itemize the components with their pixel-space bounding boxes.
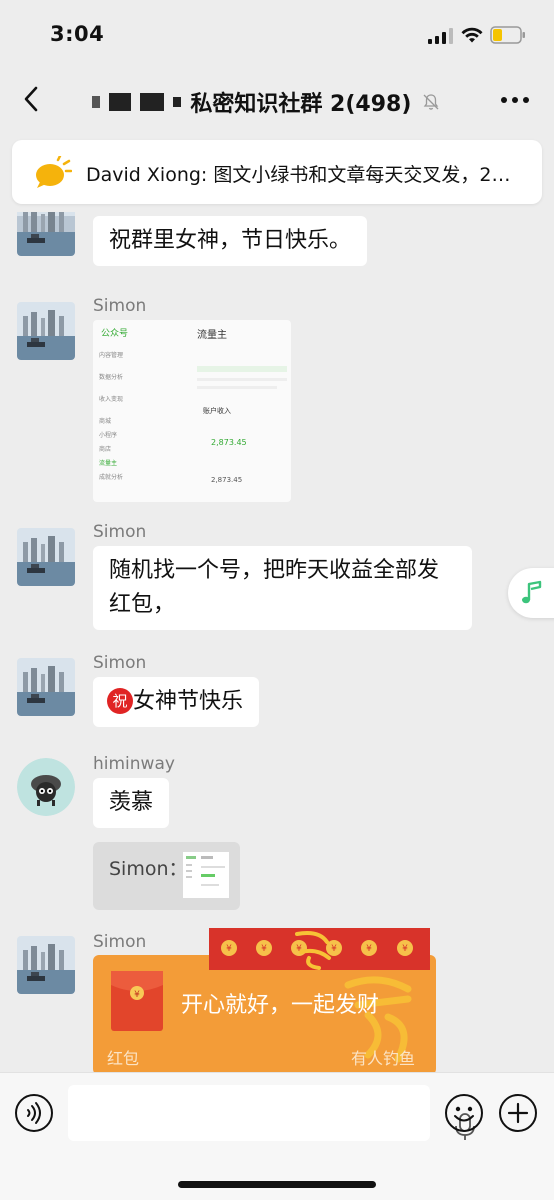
redacted-name <box>173 97 182 107</box>
emoji-button[interactable] <box>444 1093 484 1133</box>
voice-input-button[interactable] <box>14 1093 54 1133</box>
chat-title-area: 私密知识社群 2(498) <box>92 86 482 117</box>
screenshot-value: 2,873.45 <box>211 476 243 484</box>
red-packet-coin-band: ¥ ¥ ¥ ¥ ¥ ¥ <box>209 928 430 970</box>
blessing-emoji: 祝 <box>107 688 133 714</box>
message-text-input[interactable] <box>68 1085 475 1141</box>
screenshot-menu-item: 流量主 <box>99 460 118 467</box>
avatar-simon[interactable] <box>17 658 75 716</box>
harbor-avatar-image <box>17 658 75 716</box>
message-bubble[interactable]: 祝女神节快乐 <box>93 677 260 727</box>
image-message[interactable]: 公众号 流量主 内容管理 数据分析 收入变现 商城 小程序 商店 流量主 成就分… <box>93 320 291 502</box>
svg-text:¥: ¥ <box>134 990 140 1000</box>
floating-music-button[interactable] <box>508 568 554 618</box>
message-input-bar <box>0 1072 554 1200</box>
cellular-signal-icon <box>428 28 453 44</box>
screenshot-menu-item: 成就分析 <box>99 474 124 481</box>
redacted-name <box>140 93 165 111</box>
harbor-avatar-image <box>17 302 75 360</box>
sender-name: Simon <box>93 653 147 673</box>
sender-name: Simon <box>93 522 147 542</box>
red-packet-label: 红包 <box>107 1049 140 1068</box>
avatar-simon[interactable] <box>17 302 75 360</box>
harbor-avatar-image <box>17 528 75 586</box>
harbor-avatar-image <box>17 212 75 256</box>
svg-text:¥: ¥ <box>402 944 408 954</box>
sender-name: Simon <box>93 932 147 952</box>
back-button[interactable] <box>18 84 46 114</box>
cartoon-avatar-image <box>17 758 75 816</box>
screenshot-menu-item: 小程序 <box>99 432 118 439</box>
message-bubble[interactable]: 祝群里女神，节日快乐。 <box>93 216 368 266</box>
screenshot-tab: 流量主 <box>197 330 227 341</box>
group-notice[interactable]: David Xiong: 图文小绿书和文章每天交叉发，2… <box>12 140 542 204</box>
avatar-simon[interactable] <box>17 528 75 586</box>
red-packet-message[interactable]: ¥ 开心就好，一起发财 红包 有人钓鱼 <box>93 955 436 1072</box>
message-bubble[interactable]: 随机找一个号，把昨天收益全部发红包， <box>93 546 472 630</box>
screenshot-value: 2,873.45 <box>211 438 247 447</box>
quoted-message[interactable]: Simon： <box>93 842 240 910</box>
avatar-himinway[interactable] <box>17 758 75 816</box>
avatar-simon[interactable] <box>17 212 75 256</box>
screenshot-menu-item: 内容管理 <box>99 352 124 359</box>
chat-title: 私密知识社群 2(498) <box>190 92 412 117</box>
sender-name: Simon <box>93 296 147 316</box>
svg-text:¥: ¥ <box>366 944 372 954</box>
harbor-avatar-image <box>17 936 75 994</box>
red-envelope-icon: ¥ <box>111 971 163 1031</box>
music-note-icon <box>522 580 542 604</box>
screenshot-app-name: 公众号 <box>101 329 129 339</box>
more-options-button[interactable] <box>500 96 530 104</box>
more-functions-button[interactable] <box>498 1093 538 1133</box>
red-packet-status: 有人钓鱼 <box>351 1049 416 1068</box>
message-text: 女神节快乐 <box>133 689 244 714</box>
chat-header: 私密知识社群 2(498) <box>0 70 554 130</box>
quoted-image-thumbnail <box>183 852 229 898</box>
svg-text:¥: ¥ <box>331 944 337 954</box>
svg-text:¥: ¥ <box>261 944 267 954</box>
screenshot-menu-item: 商城 <box>99 418 112 425</box>
status-bar: 3:04 <box>0 0 554 70</box>
notice-text: David Xiong: 图文小绿书和文章每天交叉发，2… <box>86 164 511 186</box>
screenshot-section: 账户收入 <box>203 407 231 415</box>
wifi-icon <box>461 27 483 43</box>
battery-icon <box>490 26 525 44</box>
quote-sender: Simon： <box>109 858 188 880</box>
redacted-name <box>109 93 132 111</box>
screenshot-line <box>197 386 277 389</box>
mute-bell-icon <box>424 94 439 110</box>
screenshot-banner <box>197 366 287 372</box>
message-bubble[interactable]: 羡慕 <box>93 778 170 828</box>
avatar-simon[interactable] <box>17 936 75 994</box>
svg-text:¥: ¥ <box>226 944 232 954</box>
screenshot-line <box>197 378 287 381</box>
screenshot-menu-item: 数据分析 <box>99 374 124 381</box>
status-time: 3:04 <box>50 22 105 46</box>
redacted-name <box>92 96 100 108</box>
home-indicator <box>178 1181 376 1188</box>
red-packet-greeting: 开心就好，一起发财 <box>181 993 380 1018</box>
screenshot-menu-item: 商店 <box>99 446 112 453</box>
screenshot-menu-item: 收入变现 <box>99 396 124 403</box>
sender-name: himinway <box>93 754 175 774</box>
screenshot-menu: 内容管理 数据分析 收入变现 商城 小程序 商店 流量主 成就分析 <box>99 350 187 486</box>
announcement-bubble-icon <box>36 156 72 188</box>
